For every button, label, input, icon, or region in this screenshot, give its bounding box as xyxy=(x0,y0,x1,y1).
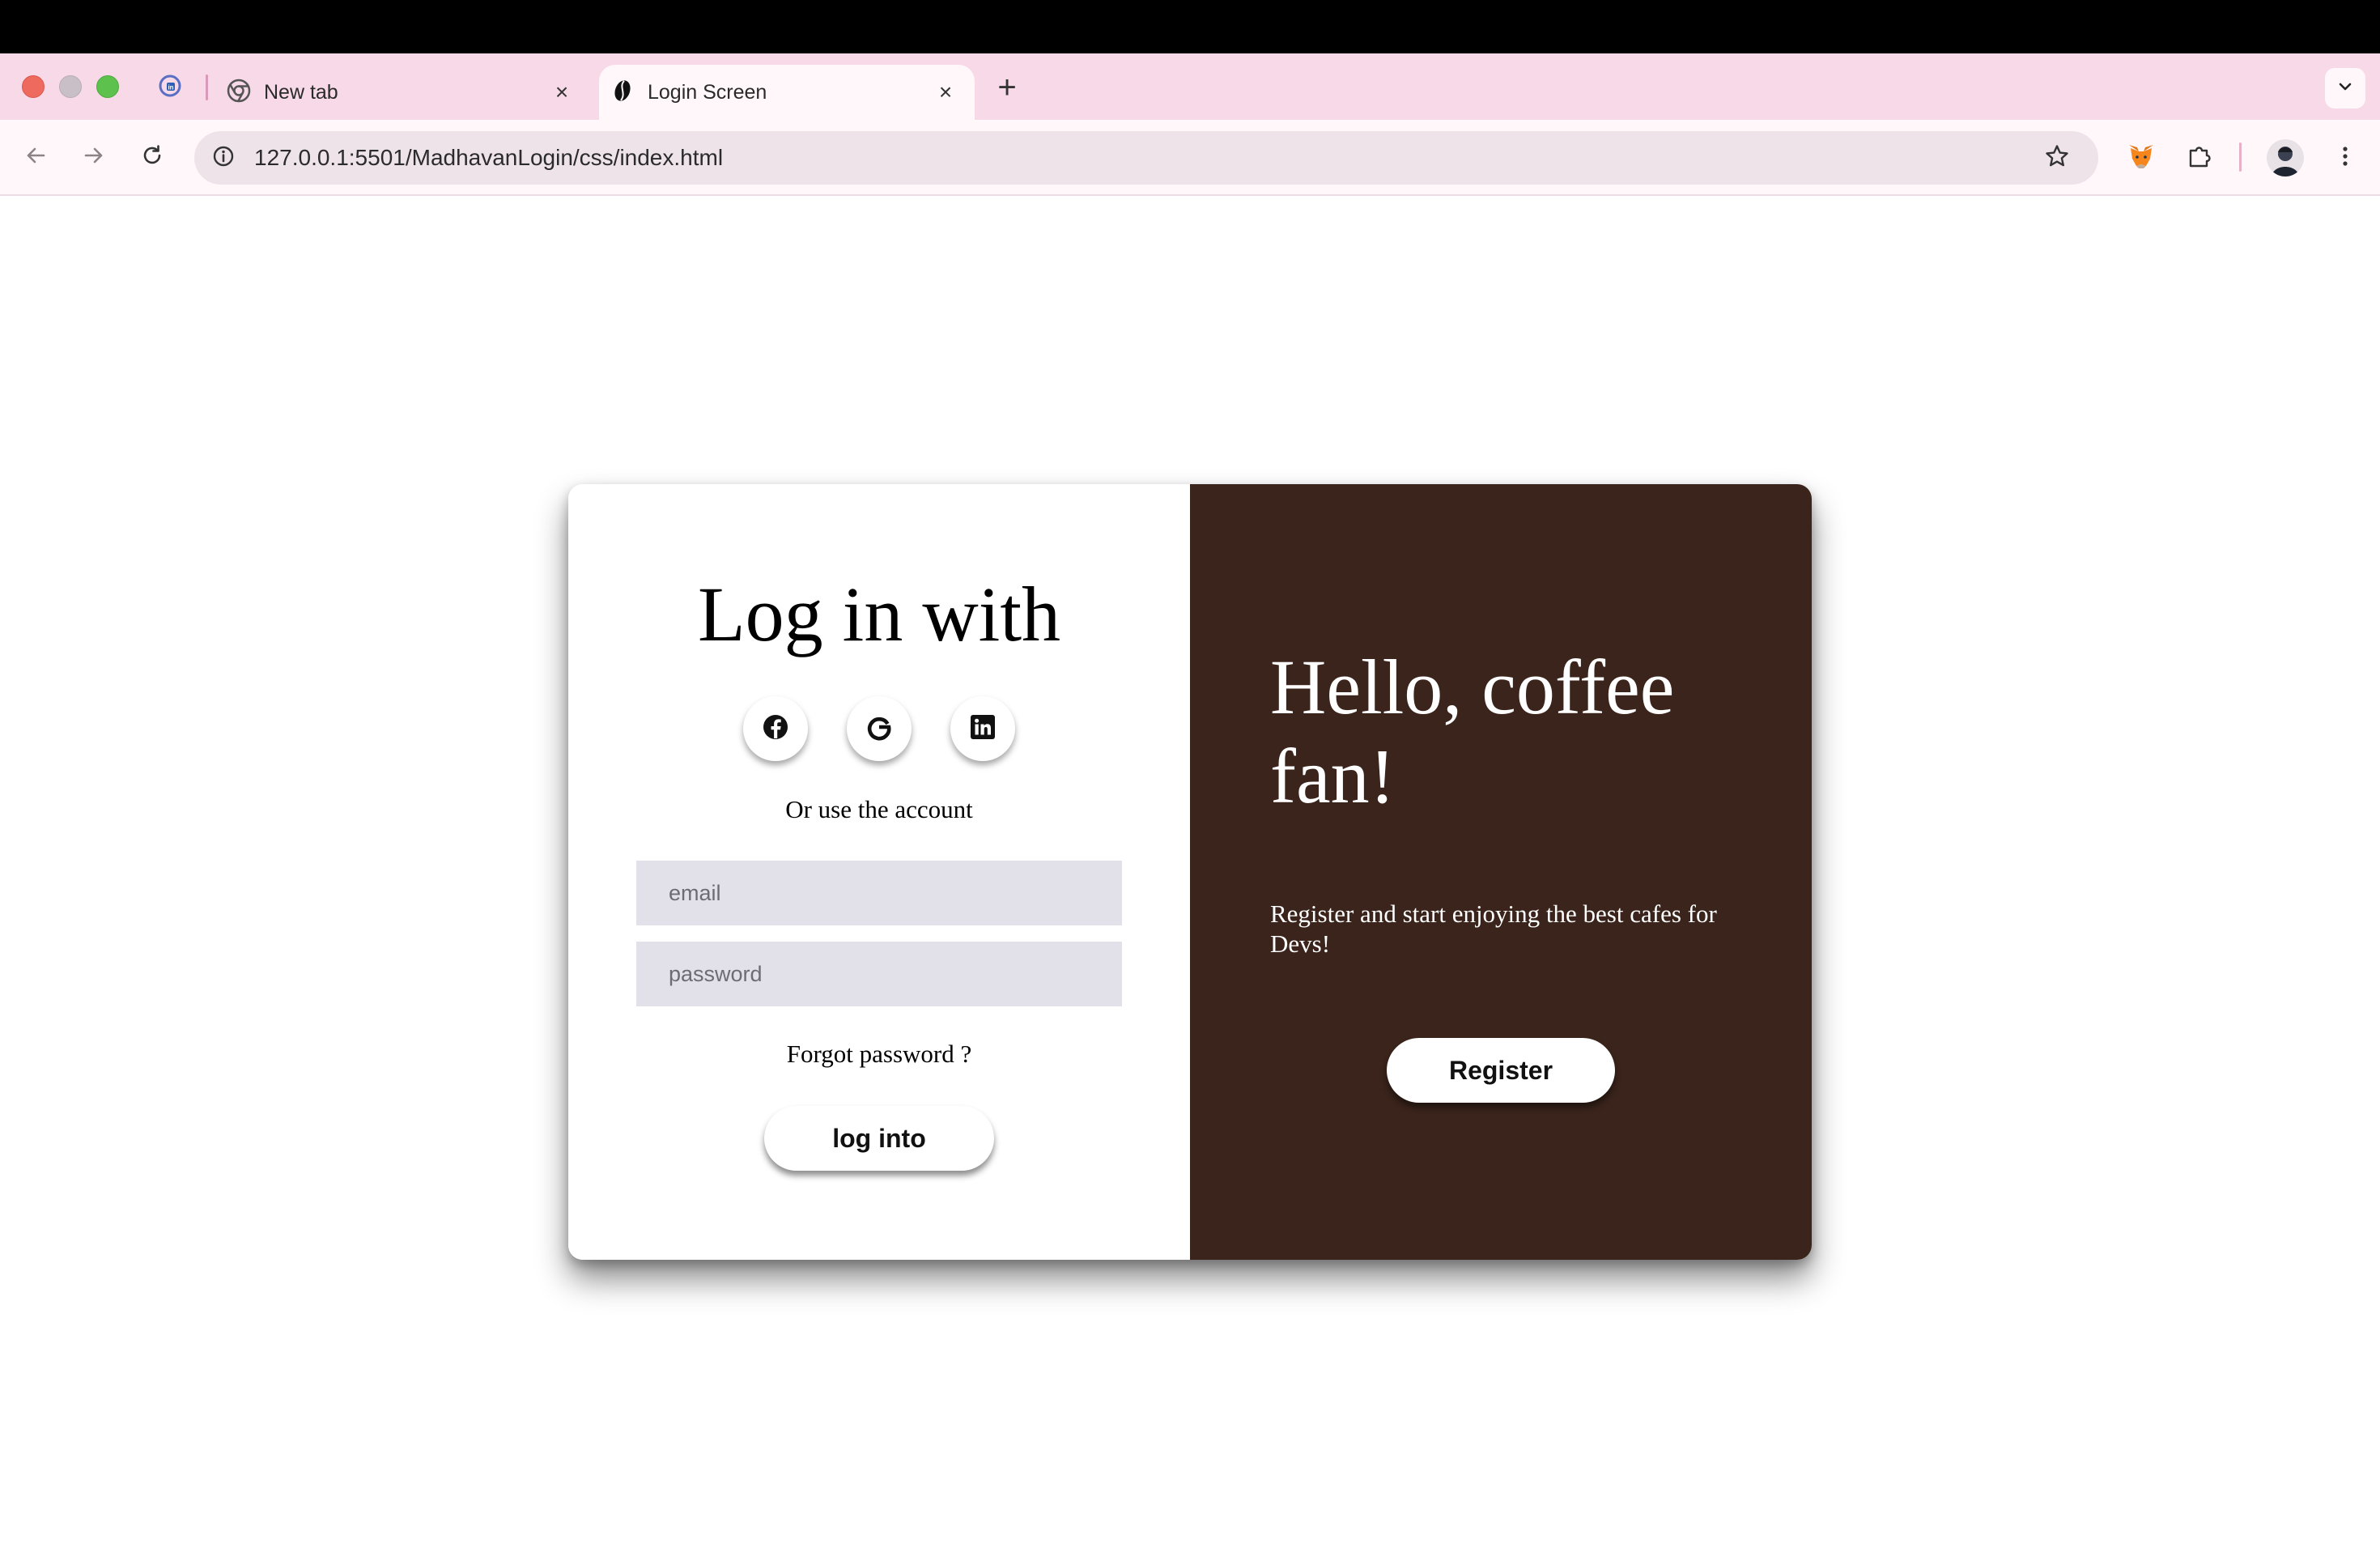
reload-button[interactable] xyxy=(131,136,173,178)
login-button[interactable]: log into xyxy=(764,1106,994,1171)
password-field[interactable] xyxy=(636,942,1122,1006)
kebab-menu-icon xyxy=(2333,144,2357,172)
alternative-login-text: Or use the account xyxy=(785,795,973,823)
linkedin-favicon-icon: in xyxy=(158,74,182,102)
google-login-button[interactable] xyxy=(847,696,912,761)
reload-icon xyxy=(140,143,164,172)
facebook-login-button[interactable] xyxy=(743,696,808,761)
coffee-bean-icon xyxy=(610,79,635,107)
tab-login-screen[interactable]: Login Screen × xyxy=(599,65,975,120)
pinned-tab[interactable]: in xyxy=(154,73,186,102)
forgot-password-link[interactable]: Forgot password ? xyxy=(568,1040,1190,1069)
linkedin-login-button[interactable] xyxy=(950,696,1015,761)
register-button[interactable]: Register xyxy=(1387,1038,1615,1103)
linkedin-icon xyxy=(969,713,997,745)
welcome-title: Hello, coffee fan! xyxy=(1270,644,1675,819)
tab-new-tab[interactable]: New tab × xyxy=(219,65,591,120)
window-close-button[interactable] xyxy=(22,75,45,98)
metamask-extension-button[interactable] xyxy=(2121,138,2161,178)
email-field[interactable] xyxy=(636,861,1122,925)
tab-title: Login Screen xyxy=(648,80,767,104)
extensions-button[interactable] xyxy=(2179,138,2220,178)
tab-close-icon[interactable]: × xyxy=(547,78,576,107)
window-maximize-button[interactable] xyxy=(96,75,119,98)
facebook-icon xyxy=(762,713,789,745)
arrow-left-icon xyxy=(23,143,48,172)
url-text[interactable]: 127.0.0.1:5501/MadhavanLogin/css/index.h… xyxy=(254,141,723,175)
login-title: Log in with xyxy=(698,571,1060,657)
chrome-icon xyxy=(227,79,251,107)
profile-avatar[interactable] xyxy=(2267,139,2304,176)
tab-title: New tab xyxy=(264,80,338,104)
site-info-button[interactable] xyxy=(206,140,241,176)
arrow-right-icon xyxy=(82,143,106,172)
window-minimize-button[interactable] xyxy=(59,75,82,98)
forward-button[interactable] xyxy=(73,136,115,178)
bookmark-button[interactable] xyxy=(2038,139,2076,176)
screen-top-bar xyxy=(0,0,2380,53)
info-icon xyxy=(211,144,236,172)
metamask-fox-icon xyxy=(2127,142,2156,175)
star-icon xyxy=(2044,143,2070,173)
tab-separator xyxy=(206,74,208,100)
chevron-down-icon xyxy=(2336,78,2354,100)
toolbar-separator xyxy=(2239,142,2242,172)
login-card: Log in with Or use the account email For… xyxy=(568,484,1812,1260)
welcome-text: Register and start enjoying the best caf… xyxy=(1270,899,1717,958)
new-tab-button[interactable]: + xyxy=(989,70,1025,105)
tab-close-icon[interactable]: × xyxy=(931,78,960,107)
puzzle-icon xyxy=(2186,142,2213,174)
tab-search-button[interactable] xyxy=(2325,68,2365,108)
google-icon xyxy=(865,713,893,745)
svg-text:in: in xyxy=(168,83,173,91)
login-panel: Log in with Or use the account email For… xyxy=(568,484,1190,1260)
browser-menu-button[interactable] xyxy=(2325,138,2365,178)
back-button[interactable] xyxy=(15,136,57,178)
welcome-panel: Hello, coffee fan! Register and start en… xyxy=(1190,484,1812,1260)
